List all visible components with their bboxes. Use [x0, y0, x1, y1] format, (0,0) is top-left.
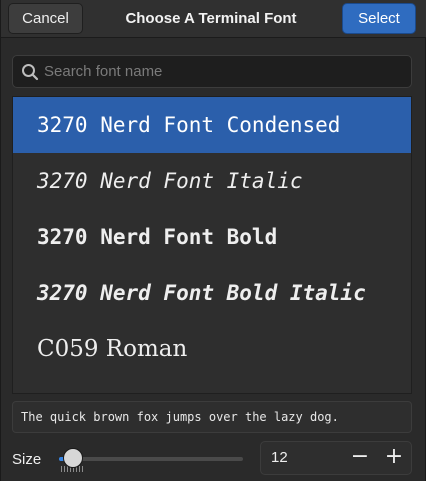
- font-item-label: C059 Roman: [37, 336, 188, 362]
- search-icon: [22, 64, 39, 81]
- search-placeholder: Search font name: [44, 63, 163, 80]
- font-item-label: 3270 Nerd Font Bold: [37, 225, 278, 249]
- font-list-item[interactable]: 3270 Nerd Font Italic: [13, 153, 411, 209]
- slider-tick: [79, 466, 80, 472]
- increase-size-button[interactable]: +: [377, 442, 411, 474]
- slider-knob[interactable]: [63, 448, 83, 468]
- cancel-button[interactable]: Cancel: [8, 3, 83, 34]
- font-list-item[interactable]: 3270 Nerd Font Bold Italic: [13, 265, 411, 321]
- search-field[interactable]: Search font name: [12, 55, 412, 88]
- font-item-label: 3270 Nerd Font Condensed: [37, 113, 341, 137]
- header-bar: Cancel Choose A Terminal Font Select: [1, 0, 426, 38]
- dialog-title: Choose A Terminal Font: [125, 10, 297, 27]
- decrease-size-button[interactable]: −: [343, 442, 377, 474]
- font-list-item[interactable]: C059 Roman: [13, 321, 411, 377]
- font-item-label: 3270 Nerd Font Bold Italic: [37, 281, 366, 305]
- font-list[interactable]: 3270 Nerd Font Condensed 3270 Nerd Font …: [12, 96, 412, 394]
- slider-track: [59, 457, 243, 461]
- size-spinbutton[interactable]: 12 − +: [260, 441, 412, 475]
- font-list-item[interactable]: 3270 Nerd Font Condensed: [13, 97, 411, 153]
- font-chooser-dialog: Cancel Choose A Terminal Font Select Sea…: [0, 0, 426, 481]
- font-list-item[interactable]: 3270 Nerd Font Bold: [13, 209, 411, 265]
- slider-tick: [61, 466, 62, 472]
- slider-tick: [64, 466, 65, 472]
- select-button[interactable]: Select: [342, 3, 416, 34]
- size-label: Size: [12, 451, 42, 468]
- slider-tick: [82, 466, 83, 472]
- size-slider[interactable]: [59, 444, 245, 474]
- font-item-label: 3270 Nerd Font Italic: [37, 169, 303, 193]
- preview-text-field[interactable]: The quick brown fox jumps over the lazy …: [12, 401, 412, 433]
- size-value[interactable]: 12: [271, 442, 288, 474]
